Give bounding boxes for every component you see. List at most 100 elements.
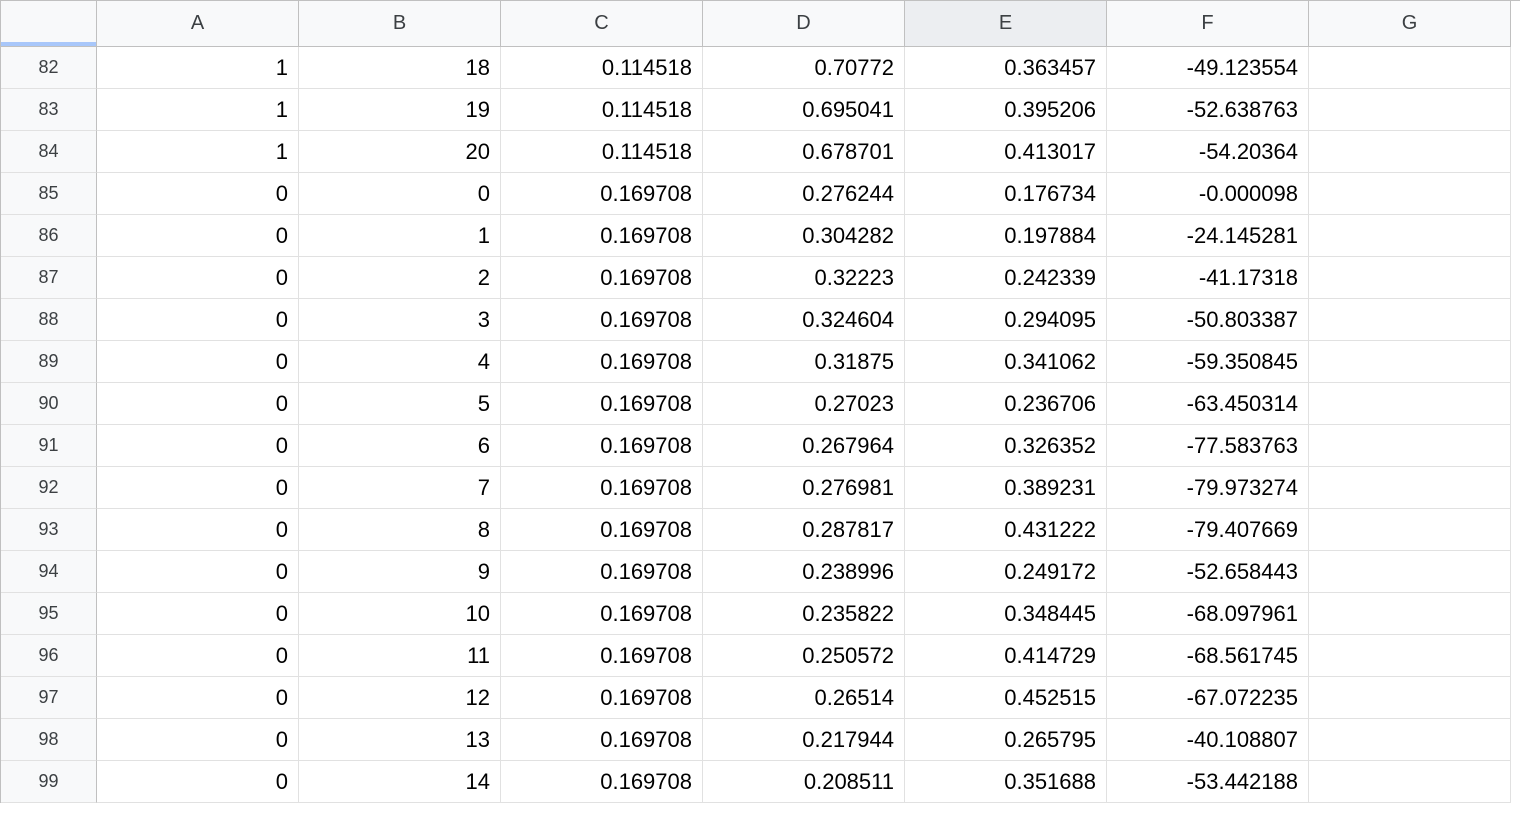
row-header[interactable]: 88 <box>1 299 97 341</box>
select-all-corner[interactable] <box>1 1 97 47</box>
cell-D95[interactable]: 0.235822 <box>703 593 905 635</box>
row-header[interactable]: 87 <box>1 257 97 299</box>
cell-D83[interactable]: 0.695041 <box>703 89 905 131</box>
cell-A88[interactable]: 0 <box>97 299 299 341</box>
cell-A96[interactable]: 0 <box>97 635 299 677</box>
cell-G85[interactable] <box>1309 173 1511 215</box>
row-header[interactable]: 89 <box>1 341 97 383</box>
cell-F95[interactable]: -68.097961 <box>1107 593 1309 635</box>
cell-B87[interactable]: 2 <box>299 257 501 299</box>
cell-F99[interactable]: -53.442188 <box>1107 761 1309 803</box>
cell-B93[interactable]: 8 <box>299 509 501 551</box>
cell-E98[interactable]: 0.265795 <box>905 719 1107 761</box>
cell-F90[interactable]: -63.450314 <box>1107 383 1309 425</box>
cell-A98[interactable]: 0 <box>97 719 299 761</box>
cell-C94[interactable]: 0.169708 <box>501 551 703 593</box>
cell-C88[interactable]: 0.169708 <box>501 299 703 341</box>
cell-F88[interactable]: -50.803387 <box>1107 299 1309 341</box>
cell-D94[interactable]: 0.238996 <box>703 551 905 593</box>
cell-A86[interactable]: 0 <box>97 215 299 257</box>
cell-G99[interactable] <box>1309 761 1511 803</box>
cell-G88[interactable] <box>1309 299 1511 341</box>
cell-B96[interactable]: 11 <box>299 635 501 677</box>
cell-E94[interactable]: 0.249172 <box>905 551 1107 593</box>
cell-C89[interactable]: 0.169708 <box>501 341 703 383</box>
cell-A89[interactable]: 0 <box>97 341 299 383</box>
spreadsheet-grid[interactable]: ABCDEFG821180.1145180.707720.363457-49.1… <box>0 0 1520 803</box>
cell-C91[interactable]: 0.169708 <box>501 425 703 467</box>
row-header[interactable]: 92 <box>1 467 97 509</box>
cell-A84[interactable]: 1 <box>97 131 299 173</box>
cell-G92[interactable] <box>1309 467 1511 509</box>
cell-C85[interactable]: 0.169708 <box>501 173 703 215</box>
cell-A99[interactable]: 0 <box>97 761 299 803</box>
row-header[interactable]: 83 <box>1 89 97 131</box>
cell-F84[interactable]: -54.20364 <box>1107 131 1309 173</box>
cell-D82[interactable]: 0.70772 <box>703 47 905 89</box>
cell-B85[interactable]: 0 <box>299 173 501 215</box>
cell-G89[interactable] <box>1309 341 1511 383</box>
cell-A94[interactable]: 0 <box>97 551 299 593</box>
row-header[interactable]: 85 <box>1 173 97 215</box>
cell-B92[interactable]: 7 <box>299 467 501 509</box>
cell-D90[interactable]: 0.27023 <box>703 383 905 425</box>
cell-A92[interactable]: 0 <box>97 467 299 509</box>
cell-B90[interactable]: 5 <box>299 383 501 425</box>
cell-B84[interactable]: 20 <box>299 131 501 173</box>
cell-E89[interactable]: 0.341062 <box>905 341 1107 383</box>
cell-E99[interactable]: 0.351688 <box>905 761 1107 803</box>
cell-B94[interactable]: 9 <box>299 551 501 593</box>
cell-C84[interactable]: 0.114518 <box>501 131 703 173</box>
cell-G96[interactable] <box>1309 635 1511 677</box>
cell-G98[interactable] <box>1309 719 1511 761</box>
cell-C90[interactable]: 0.169708 <box>501 383 703 425</box>
cell-G93[interactable] <box>1309 509 1511 551</box>
cell-F94[interactable]: -52.658443 <box>1107 551 1309 593</box>
cell-G95[interactable] <box>1309 593 1511 635</box>
cell-E95[interactable]: 0.348445 <box>905 593 1107 635</box>
cell-C97[interactable]: 0.169708 <box>501 677 703 719</box>
cell-G91[interactable] <box>1309 425 1511 467</box>
row-header[interactable]: 82 <box>1 47 97 89</box>
cell-C95[interactable]: 0.169708 <box>501 593 703 635</box>
column-header-C[interactable]: C <box>501 1 703 47</box>
cell-B89[interactable]: 4 <box>299 341 501 383</box>
column-header-A[interactable]: A <box>97 1 299 47</box>
cell-A91[interactable]: 0 <box>97 425 299 467</box>
cell-E96[interactable]: 0.414729 <box>905 635 1107 677</box>
cell-F83[interactable]: -52.638763 <box>1107 89 1309 131</box>
cell-C98[interactable]: 0.169708 <box>501 719 703 761</box>
cell-G97[interactable] <box>1309 677 1511 719</box>
cell-B82[interactable]: 18 <box>299 47 501 89</box>
cell-G94[interactable] <box>1309 551 1511 593</box>
cell-C93[interactable]: 0.169708 <box>501 509 703 551</box>
row-header[interactable]: 98 <box>1 719 97 761</box>
cell-C86[interactable]: 0.169708 <box>501 215 703 257</box>
column-header-F[interactable]: F <box>1107 1 1309 47</box>
cell-A82[interactable]: 1 <box>97 47 299 89</box>
cell-F98[interactable]: -40.108807 <box>1107 719 1309 761</box>
cell-D92[interactable]: 0.276981 <box>703 467 905 509</box>
cell-G87[interactable] <box>1309 257 1511 299</box>
cell-F93[interactable]: -79.407669 <box>1107 509 1309 551</box>
cell-C82[interactable]: 0.114518 <box>501 47 703 89</box>
cell-D91[interactable]: 0.267964 <box>703 425 905 467</box>
cell-D99[interactable]: 0.208511 <box>703 761 905 803</box>
cell-D85[interactable]: 0.276244 <box>703 173 905 215</box>
cell-D98[interactable]: 0.217944 <box>703 719 905 761</box>
cell-A93[interactable]: 0 <box>97 509 299 551</box>
cell-F96[interactable]: -68.561745 <box>1107 635 1309 677</box>
cell-F85[interactable]: -0.000098 <box>1107 173 1309 215</box>
cell-E82[interactable]: 0.363457 <box>905 47 1107 89</box>
cell-F86[interactable]: -24.145281 <box>1107 215 1309 257</box>
cell-G90[interactable] <box>1309 383 1511 425</box>
cell-E92[interactable]: 0.389231 <box>905 467 1107 509</box>
cell-E91[interactable]: 0.326352 <box>905 425 1107 467</box>
cell-C87[interactable]: 0.169708 <box>501 257 703 299</box>
cell-F91[interactable]: -77.583763 <box>1107 425 1309 467</box>
cell-D84[interactable]: 0.678701 <box>703 131 905 173</box>
cell-A97[interactable]: 0 <box>97 677 299 719</box>
cell-D87[interactable]: 0.32223 <box>703 257 905 299</box>
row-header[interactable]: 99 <box>1 761 97 803</box>
cell-B88[interactable]: 3 <box>299 299 501 341</box>
